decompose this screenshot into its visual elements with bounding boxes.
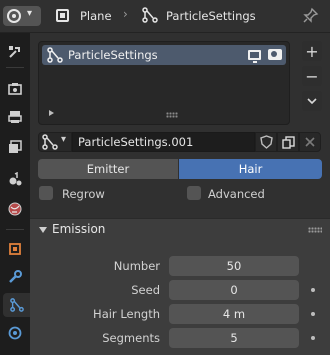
- editor-type-button[interactable]: ▾: [3, 6, 41, 26]
- drag-handle-icon[interactable]: [308, 227, 322, 233]
- particle-settings-icon: [42, 134, 58, 150]
- keyframe-dot-icon[interactable]: [311, 288, 315, 292]
- output-icon: [8, 111, 22, 123]
- keyframe-dot-icon[interactable]: [311, 336, 315, 340]
- list-item[interactable]: ParticleSettings: [42, 45, 286, 65]
- view-layer-icon: [9, 140, 22, 153]
- hair-length-field[interactable]: 4 m: [169, 304, 299, 324]
- close-icon: [305, 137, 315, 147]
- regrow-checkbox[interactable]: [39, 186, 53, 200]
- advanced-label: Advanced: [208, 187, 265, 201]
- chevron-down-icon: ▾: [27, 8, 33, 19]
- keyframe-dot-icon[interactable]: [311, 312, 315, 316]
- collapse-arrow-icon: [39, 227, 47, 233]
- pin-icon[interactable]: [303, 7, 319, 23]
- specials-menu-button[interactable]: [302, 91, 322, 111]
- remove-particle-system-button[interactable]: −: [302, 66, 322, 86]
- tab-modifiers[interactable]: [2, 265, 28, 289]
- physics-icon: [8, 326, 22, 340]
- properties-header: ▾ Plane › ParticleSettings: [0, 0, 330, 33]
- camera-icon[interactable]: [268, 49, 282, 60]
- world-icon: [8, 202, 22, 216]
- tab-object[interactable]: [2, 237, 28, 261]
- seed-field[interactable]: 0: [169, 280, 299, 300]
- duplicate-icon: [281, 135, 295, 149]
- particle-settings-icon: [47, 47, 63, 63]
- render-icon: [8, 83, 22, 95]
- tab-particles[interactable]: [3, 293, 30, 317]
- expand-filter-icon[interactable]: [49, 110, 54, 116]
- type-emitter-button[interactable]: Emitter: [38, 159, 178, 179]
- number-field[interactable]: 50: [169, 256, 299, 276]
- hair-length-label: Hair Length: [93, 307, 160, 321]
- tab-physics[interactable]: [2, 321, 28, 345]
- tab-tool[interactable]: [2, 40, 28, 64]
- tab-view-layer[interactable]: [2, 135, 28, 159]
- tool-icon: [9, 46, 20, 58]
- properties-editor-icon: [7, 9, 21, 23]
- tab-scene[interactable]: [2, 167, 28, 191]
- type-hair-button[interactable]: Hair: [179, 159, 322, 179]
- object-icon: [56, 9, 69, 22]
- segments-field[interactable]: 5: [169, 328, 299, 348]
- regrow-label: Regrow: [62, 187, 105, 201]
- particles-icon: [9, 298, 24, 312]
- tab-output[interactable]: [2, 105, 28, 129]
- number-label: Number: [113, 259, 160, 273]
- particles-properties: ParticleSettings + − ▾ ParticleSettings.…: [30, 33, 330, 355]
- duplicate-button[interactable]: [277, 132, 299, 152]
- scene-icon: [9, 172, 22, 186]
- browse-particle-settings-button[interactable]: ▾: [38, 132, 72, 152]
- wrench-icon: [9, 270, 22, 283]
- emission-panel-header[interactable]: Emission: [30, 218, 330, 240]
- particle-settings-name-field[interactable]: ParticleSettings.001: [72, 132, 255, 152]
- chevron-down-icon: [307, 97, 317, 104]
- unlink-button[interactable]: [299, 132, 321, 152]
- tab-world[interactable]: [2, 197, 28, 221]
- tab-render[interactable]: [2, 77, 28, 101]
- emission-panel-title: Emission: [52, 222, 106, 236]
- particle-settings-icon: [142, 7, 158, 23]
- breadcrumb-particle-settings: ParticleSettings: [166, 9, 256, 23]
- monitor-icon[interactable]: [248, 50, 261, 63]
- breadcrumb-separator: ›: [123, 7, 128, 21]
- breadcrumb-object: Plane: [80, 9, 112, 23]
- resize-grip-icon[interactable]: [166, 112, 178, 118]
- particle-systems-list[interactable]: ParticleSettings: [38, 41, 290, 125]
- shield-icon: [259, 135, 273, 149]
- emission-panel-body: Number 50 Seed 0 Hair Length 4 m Segment…: [30, 240, 330, 355]
- object-icon: [9, 243, 21, 255]
- properties-tab-strip: [0, 33, 30, 355]
- list-item-label: ParticleSettings: [68, 48, 158, 62]
- add-particle-system-button[interactable]: +: [302, 41, 322, 61]
- segments-label: Segments: [102, 331, 160, 345]
- chevron-down-icon: ▾: [61, 134, 67, 145]
- fake-user-button[interactable]: [255, 132, 277, 152]
- seed-label: Seed: [131, 283, 160, 297]
- advanced-checkbox[interactable]: [187, 186, 201, 200]
